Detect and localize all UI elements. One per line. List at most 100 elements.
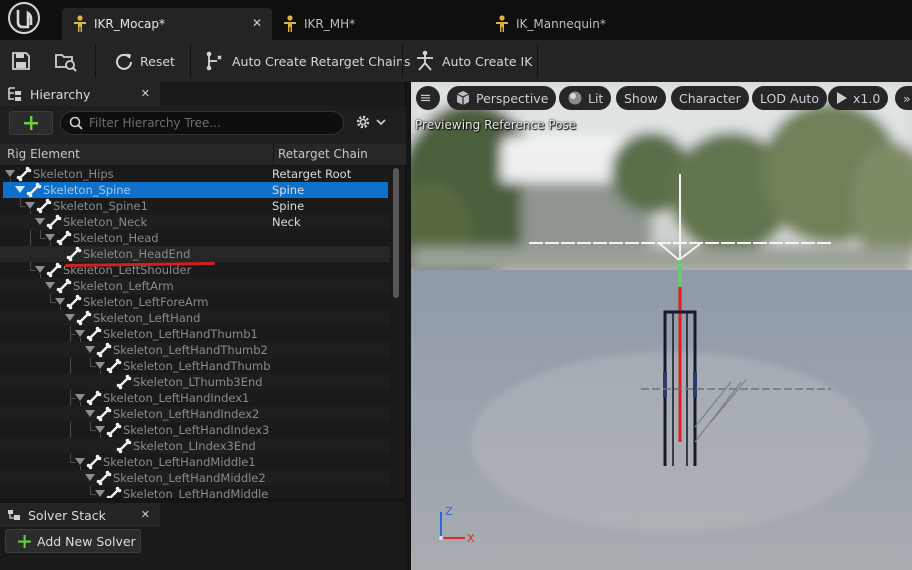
close-icon[interactable]: ✕ (141, 87, 150, 100)
tree-row[interactable]: Skeleton_Neck Neck (0, 214, 390, 230)
unreal-logo-icon[interactable] (4, 2, 44, 36)
filter-hierarchy-search[interactable] (60, 111, 344, 135)
add-new-solver-button[interactable]: Add New Solver (5, 529, 141, 553)
preview-viewport[interactable]: Perspective Lit Show Character LOD Auto (411, 82, 912, 570)
expand-arrow-icon[interactable] (85, 410, 95, 417)
column-retarget-chain[interactable]: Retarget Chain (278, 147, 368, 161)
preview-status-text: Previewing Reference Pose (415, 118, 577, 132)
auto-create-ik-button[interactable]: Auto Create IK (414, 46, 532, 76)
expand-arrow-icon[interactable] (85, 474, 95, 481)
perspective-button[interactable]: Perspective (447, 86, 557, 110)
bone-icon (106, 422, 122, 438)
tree-row[interactable]: Skeleton_LeftHandIndex1 (0, 390, 390, 406)
tree-row[interactable]: Skeleton_HeadEnd (0, 246, 390, 262)
bone-icon (76, 310, 92, 326)
bone-icon (106, 358, 122, 374)
close-icon[interactable]: ✕ (252, 16, 262, 30)
tree-row[interactable]: Skeleton_LeftForeArm (0, 294, 390, 310)
close-icon[interactable]: ✕ (141, 508, 150, 521)
reset-button[interactable]: Reset (114, 46, 175, 76)
cube-icon (456, 91, 470, 105)
bone-icon (46, 214, 62, 230)
bone-name: Skeleton_Spine (43, 183, 131, 197)
tree-row[interactable]: Skeleton_LIndex3End (0, 438, 390, 454)
filter-hierarchy-input[interactable] (89, 116, 329, 130)
expand-arrow-icon[interactable] (95, 362, 105, 369)
expand-arrow-icon[interactable] (75, 458, 85, 465)
bone-name: Skeleton_Hips (33, 167, 114, 181)
bone-icon (56, 230, 72, 246)
hierarchy-settings-button[interactable] (354, 113, 387, 131)
expand-arrow-icon[interactable] (85, 346, 95, 353)
expand-arrow-icon[interactable] (55, 298, 65, 305)
column-rig-element[interactable]: Rig Element (7, 147, 80, 161)
tree-row[interactable]: Skeleton_Spine1 Spine (0, 198, 390, 214)
folder-search-icon (55, 54, 77, 72)
tree-row[interactable]: Skeleton_LeftHandThumb1 (0, 326, 390, 342)
bone-name: Skeleton_Neck (63, 215, 148, 229)
toolbar: Reset Auto Create Retarget Chains Auto C (0, 40, 912, 82)
expand-arrow-icon[interactable] (45, 234, 55, 241)
tree-row[interactable]: Skeleton_LeftHand (0, 310, 390, 326)
auto-create-retarget-chains-button[interactable]: Auto Create Retarget Chains (204, 46, 411, 76)
bone-icon (86, 390, 102, 406)
expand-arrow-icon[interactable] (75, 330, 85, 337)
hamburger-menu-icon (421, 94, 430, 102)
save-button[interactable] (10, 46, 38, 76)
hierarchy-tab[interactable]: Hierarchy ✕ (0, 82, 160, 106)
column-divider[interactable] (273, 144, 274, 166)
tree-row[interactable]: Skeleton_LeftHandThumb (0, 358, 390, 374)
tree-row[interactable]: Skeleton_Spine Spine (3, 182, 388, 198)
expand-arrow-icon[interactable] (65, 314, 75, 321)
tree-row[interactable]: Skeleton_LeftHandMiddle (0, 486, 390, 498)
play-speed-button[interactable]: x1.0 (828, 86, 889, 110)
auto-chains-label: Auto Create Retarget Chains (232, 53, 411, 69)
ik-rig-icon (496, 15, 508, 32)
expand-arrow-icon[interactable] (35, 218, 45, 225)
expand-arrow-icon[interactable] (35, 266, 45, 273)
tree-row[interactable]: Skeleton_LeftHandThumb2 (0, 342, 390, 358)
bone-name: Skeleton_LeftArm (73, 279, 174, 293)
lit-button[interactable]: Lit (559, 86, 612, 110)
expand-arrow-icon[interactable] (15, 186, 25, 193)
hierarchy-panel: Hierarchy ✕ Filter Hierarchy Tree... Rig… (0, 82, 406, 498)
chevron-right-icon: » (903, 90, 911, 106)
expand-arrow-icon[interactable] (5, 170, 15, 177)
bone-name: Skeleton_LIndex3End (133, 439, 256, 453)
expand-arrow-icon[interactable] (25, 202, 35, 209)
expand-arrow-icon[interactable] (45, 282, 55, 289)
tree-row[interactable]: Skeleton_LeftHandMiddle1 (0, 454, 390, 470)
tab-ikr-mocap[interactable]: IKR_Mocap* ✕ (62, 8, 272, 40)
tree-row[interactable]: Skeleton_LeftHandIndex3 (0, 422, 390, 438)
show-button[interactable]: Show (616, 86, 666, 110)
bone-icon (26, 182, 42, 198)
browse-button[interactable] (54, 46, 84, 76)
add-element-button[interactable] (9, 111, 53, 135)
tree-row[interactable]: Skeleton_LThumb3End (0, 374, 390, 390)
tree-row[interactable]: Skeleton_Hips Retarget Root (0, 166, 390, 182)
solver-stack-panel: Solver Stack ✕ Add New Solver (0, 503, 406, 570)
tree-row[interactable]: Skeleton_LeftHandMiddle2 (0, 470, 390, 486)
solver-stack-tab[interactable]: Solver Stack ✕ (0, 503, 160, 527)
viewport-more-button[interactable]: » (895, 86, 912, 110)
viewport-menu-button[interactable] (416, 86, 440, 110)
bone-name: Skeleton_HeadEnd (83, 247, 191, 261)
bone-icon (66, 294, 82, 310)
lod-auto-button[interactable]: LOD Auto (752, 86, 827, 110)
tree-row[interactable]: Skeleton_Head (0, 230, 390, 246)
expand-arrow-icon[interactable] (75, 394, 85, 401)
hierarchy-scrollbar[interactable] (393, 168, 399, 298)
expand-arrow-icon[interactable] (95, 490, 105, 497)
bone-name: Skeleton_LThumb3End (133, 375, 263, 389)
plus-icon (24, 116, 38, 130)
bone-icon (96, 342, 112, 358)
character-button[interactable]: Character (671, 86, 749, 110)
tab-ik-mannequin[interactable]: IK_Mannequin* (484, 8, 704, 40)
tree-row[interactable]: Skeleton_LeftArm (0, 278, 390, 294)
expand-arrow-icon[interactable] (95, 426, 105, 433)
bone-name: Skeleton_LeftHandThumb2 (113, 343, 268, 357)
tree-row[interactable]: Skeleton_LeftHandIndex2 (0, 406, 390, 422)
reset-label: Reset (140, 53, 175, 69)
tab-ikr-mh[interactable]: IKR_MH* (272, 8, 482, 40)
bone-icon (96, 470, 112, 486)
